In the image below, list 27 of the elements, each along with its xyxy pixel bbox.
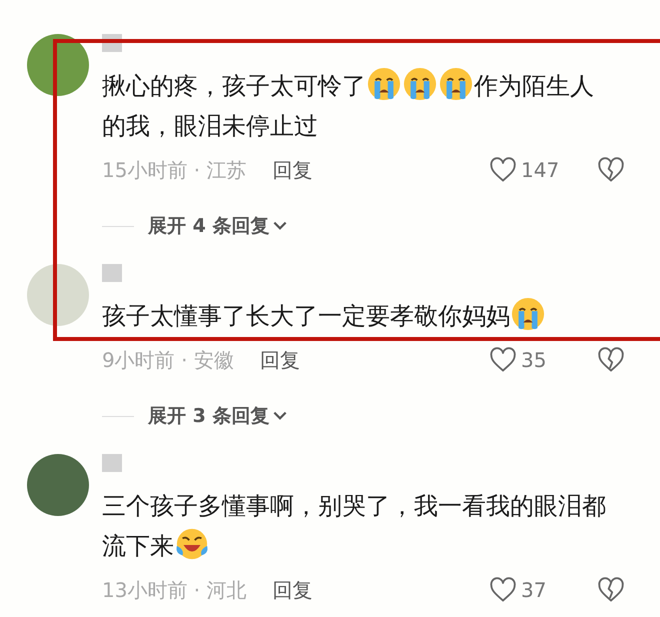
broken-heart-icon[interactable] — [597, 346, 625, 374]
reply-button[interactable]: 回复 — [272, 576, 313, 604]
heart-icon[interactable] — [489, 156, 517, 184]
heart-icon[interactable] — [489, 346, 517, 374]
blurred-username — [102, 264, 122, 282]
comment-text: 揪心的疼，孩子太可怜了 作为陌生人的我，眼泪未停止过 — [102, 66, 617, 146]
crying-emoji-icon — [403, 67, 437, 101]
comment-time-location: 9小时前 · 安徽 — [102, 346, 234, 374]
expand-replies-button[interactable]: 展开 4 条回复 — [148, 213, 290, 239]
laughing-crying-emoji-icon — [175, 527, 209, 561]
comment-time-location: 15小时前 · 江苏 — [102, 156, 247, 184]
like-count: 37 — [521, 578, 548, 602]
blurred-username — [102, 454, 122, 472]
crying-emoji-icon — [439, 67, 473, 101]
comment-time-location: 13小时前 · 河北 — [102, 576, 247, 604]
crying-emoji-icon — [367, 67, 401, 101]
heart-icon[interactable] — [489, 576, 517, 604]
like-count: 147 — [521, 158, 560, 182]
reply-button[interactable]: 回复 — [272, 156, 313, 184]
expand-replies-button[interactable]: 展开 3 条回复 — [148, 403, 290, 429]
broken-heart-icon[interactable] — [597, 576, 625, 604]
crying-emoji-icon — [511, 297, 545, 331]
broken-heart-icon[interactable] — [597, 156, 625, 184]
comment-text: 三个孩子多懂事啊，别哭了，我一看我的眼泪都流下来 — [102, 491, 607, 563]
like-count: 35 — [521, 348, 548, 372]
reply-button[interactable]: 回复 — [260, 346, 300, 374]
comment-text: 孩子太懂事了长大了一定要孝敬你妈妈 — [102, 296, 617, 336]
